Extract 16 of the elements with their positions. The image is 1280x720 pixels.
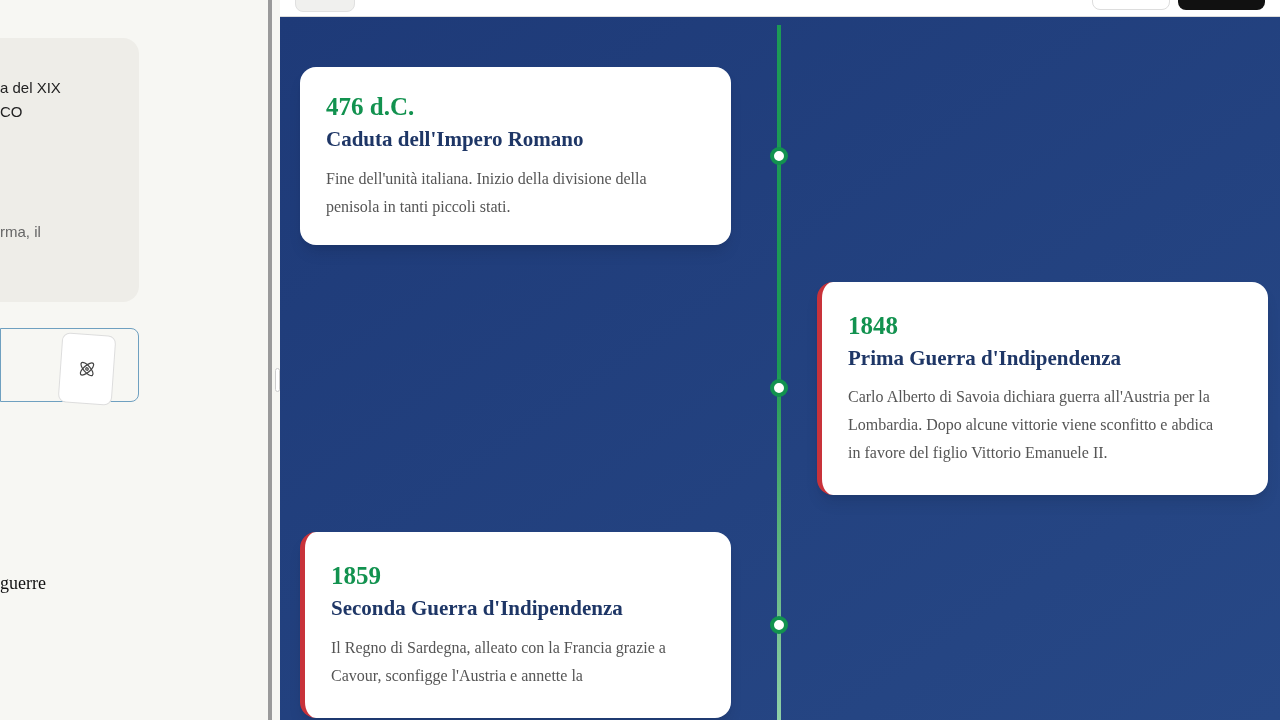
body-text: guerre <box>0 572 47 595</box>
event-description: Fine dell'unità italiana. Inizio della divisione della penisola in tanti piccoli stati. <box>326 168 648 218</box>
card-text: a del XIX <box>0 78 62 98</box>
event-description: Il Regno di Sardegna, alleato con la Francia grazie a Cavour, sconfigge l'Austria e annette la <box>331 637 667 687</box>
card-text: CO <box>0 102 24 122</box>
card-text: rma, il <box>0 222 42 242</box>
event-description: Carlo Alberto di Savoia dichiara guerra all'Austria per la Lombardia. Dopo alcune vittorie viene sconfitto e abdica in favore del figlio Vittorio Emanuele II. <box>848 387 1215 464</box>
event-year: 1859 <box>331 561 382 591</box>
dark-button[interactable] <box>1178 0 1265 10</box>
event-year: 476 d.C. <box>326 92 416 122</box>
event-year: 1848 <box>848 310 899 341</box>
toggle-control[interactable] <box>295 0 355 12</box>
event-title: Seconda Guerra d'Indipendenza <box>331 595 624 622</box>
event-title: Prima Guerra d'Indipendenza <box>848 344 1122 371</box>
event-title: Caduta dell'Impero Romano <box>326 126 585 153</box>
atom-button[interactable] <box>57 332 117 406</box>
